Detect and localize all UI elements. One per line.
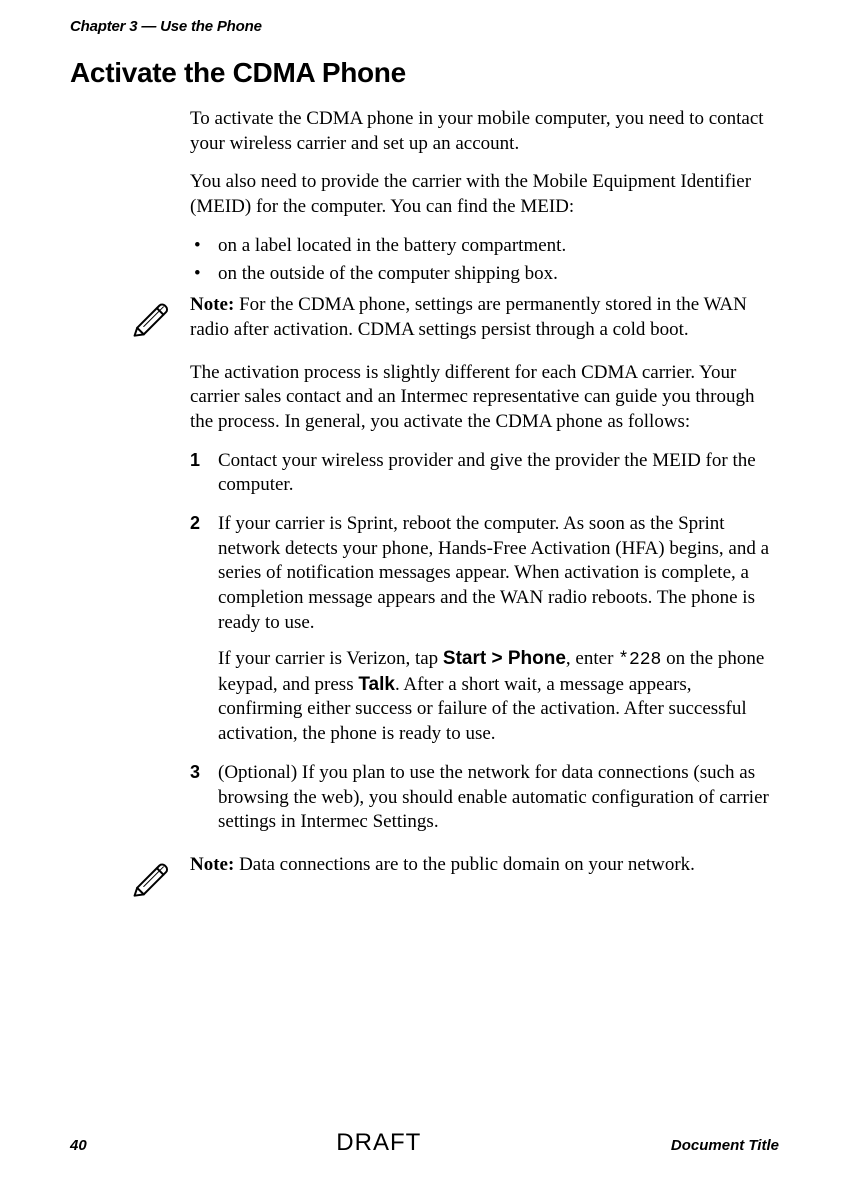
note-text: Note: Data connections are to the public… bbox=[190, 853, 779, 878]
bullet-item: on the outside of the computer shipping … bbox=[190, 262, 779, 287]
document-title: Document Title bbox=[671, 1137, 779, 1154]
note-label: Note: bbox=[190, 294, 234, 315]
step-number: 1 bbox=[190, 449, 200, 472]
note-body: For the CDMA phone, settings are permane… bbox=[190, 294, 747, 340]
step-text: (Optional) If you plan to use the networ… bbox=[218, 762, 769, 832]
pencil-note-icon bbox=[128, 855, 170, 897]
bullet-item: on a label located in the battery compar… bbox=[190, 234, 779, 259]
body-content: To activate the CDMA phone in your mobil… bbox=[190, 107, 779, 878]
step-number: 3 bbox=[190, 761, 200, 784]
note-block: Note: Data connections are to the public… bbox=[190, 853, 779, 878]
section-title: Activate the CDMA Phone bbox=[70, 57, 779, 89]
page-footer: 40 DRAFT Document Title bbox=[70, 1129, 779, 1157]
chapter-header: Chapter 3 — Use the Phone bbox=[70, 18, 779, 35]
step-text: Contact your wireless provider and give … bbox=[218, 450, 756, 496]
step-text: If your carrier is Sprint, reboot the co… bbox=[218, 513, 769, 633]
numbered-list: 1 Contact your wireless provider and giv… bbox=[190, 449, 779, 835]
page: Chapter 3 — Use the Phone Activate the C… bbox=[0, 0, 849, 1185]
ui-path: Start > Phone bbox=[443, 648, 566, 669]
draft-watermark: DRAFT bbox=[336, 1129, 421, 1157]
step-subparagraph: If your carrier is Verizon, tap Start > … bbox=[218, 647, 779, 746]
bullet-list: on a label located in the battery compar… bbox=[190, 234, 779, 287]
note-body: Data connections are to the public domai… bbox=[234, 854, 695, 875]
note-label: Note: bbox=[190, 854, 234, 875]
ui-label: Talk bbox=[358, 674, 395, 695]
paragraph: You also need to provide the carrier wit… bbox=[190, 170, 779, 219]
paragraph: The activation process is slightly diffe… bbox=[190, 361, 779, 435]
pencil-note-icon bbox=[128, 295, 170, 337]
list-item: 2 If your carrier is Sprint, reboot the … bbox=[190, 512, 779, 747]
text-fragment: If your carrier is Verizon, tap bbox=[218, 648, 443, 669]
note-text: Note: For the CDMA phone, settings are p… bbox=[190, 293, 779, 342]
text-fragment: , enter bbox=[566, 648, 618, 669]
note-block: Note: For the CDMA phone, settings are p… bbox=[190, 293, 779, 342]
list-item: 1 Contact your wireless provider and giv… bbox=[190, 449, 779, 498]
step-number: 2 bbox=[190, 512, 200, 535]
paragraph: To activate the CDMA phone in your mobil… bbox=[190, 107, 779, 156]
page-number: 40 bbox=[70, 1137, 87, 1154]
code-text: *228 bbox=[618, 650, 661, 670]
list-item: 3 (Optional) If you plan to use the netw… bbox=[190, 761, 779, 835]
